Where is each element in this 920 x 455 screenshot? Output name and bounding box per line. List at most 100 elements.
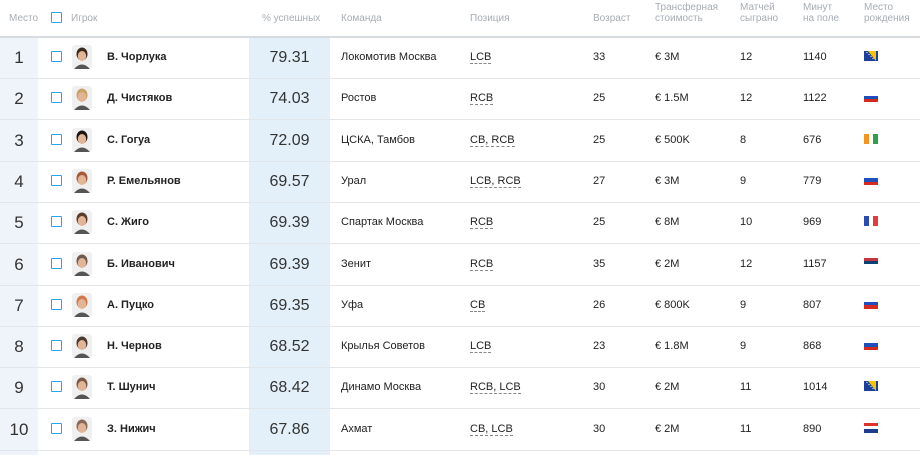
- position-label[interactable]: LCB: [470, 340, 492, 354]
- table-row[interactable]: 2 Д. Чистяков 74.03 Ростов RCB 25 € 1.5M 12 1122: [0, 78, 920, 121]
- player-avatar: [72, 127, 92, 152]
- table-row[interactable]: 9 Т. Шунич 68.42 Динамо Москва RCB, LCB 30 € 2…: [0, 367, 920, 410]
- success-pct: 72.09: [269, 131, 310, 149]
- flag-croatia-icon: [864, 422, 878, 433]
- transfer-value: € 1.8M: [655, 340, 689, 353]
- table-row[interactable]: 1 В. Чорлука 79.31 Локомотив Москва LCB 33 € 3…: [0, 37, 920, 79]
- header-player[interactable]: Игрок: [71, 13, 97, 24]
- position: CB, RCB: [470, 120, 515, 161]
- rank: 9: [14, 378, 24, 398]
- position-label[interactable]: LCB: [470, 51, 492, 64]
- flag-russia-icon: [864, 92, 878, 103]
- minutes-played: 890: [803, 422, 822, 435]
- row-checkbox[interactable]: [51, 257, 62, 269]
- table-row[interactable]: 8 Н. Чернов 68.52 Крылья Советов LCB 23 € 1.8M…: [0, 326, 920, 369]
- position-label[interactable]: RCB: [470, 216, 494, 230]
- row-checkbox[interactable]: [51, 133, 62, 145]
- player-name[interactable]: Р. Емельянов: [107, 161, 181, 202]
- transfer-value: € 3M: [655, 174, 680, 187]
- position-label[interactable]: LCB, RCB: [470, 174, 521, 188]
- minutes-played: 1014: [803, 381, 828, 394]
- table-row[interactable]: 7 А. Пуцко 69.35 Уфа CB 26 € 800K 9 807: [0, 285, 920, 327]
- header-birthplace[interactable]: Место рождения: [864, 2, 910, 24]
- age: 35: [593, 257, 606, 270]
- minutes-played: 779: [803, 174, 822, 187]
- row-checkbox[interactable]: [51, 174, 62, 186]
- stats-table: Место Игрок % успешных Команда Позиция В…: [0, 0, 920, 455]
- header-pct[interactable]: % успешных: [262, 13, 320, 24]
- age: 25: [593, 92, 606, 105]
- rank: 7: [14, 295, 24, 315]
- player-avatar: [72, 251, 92, 276]
- team-name: Зенит: [341, 257, 372, 270]
- header-matches[interactable]: Матчей сыграно: [740, 2, 778, 24]
- flag-russia-icon: [864, 174, 878, 185]
- matches-played: 11: [740, 381, 752, 394]
- player-name[interactable]: Т. Шунич: [107, 367, 156, 408]
- position-label[interactable]: RCB, LCB: [470, 381, 521, 395]
- row-checkbox[interactable]: [51, 340, 62, 352]
- player-name[interactable]: А. Пуцко: [107, 285, 154, 326]
- player-name[interactable]: Б. Иванович: [107, 244, 175, 285]
- player-name[interactable]: С. Гогуа: [107, 120, 150, 161]
- success-pct: 68.42: [269, 379, 310, 397]
- position-label[interactable]: CB, LCB: [470, 422, 513, 436]
- header-birthplace-line1: Место: [864, 2, 894, 13]
- team-name: Ахмат: [341, 422, 373, 435]
- minutes-played: 1140: [803, 51, 827, 63]
- header-matches-line2: сыграно: [740, 13, 779, 24]
- flag-bosnia-icon: [864, 381, 878, 392]
- transfer-value: € 800K: [655, 298, 690, 311]
- age: 23: [593, 340, 606, 353]
- position-label[interactable]: RCB: [470, 257, 494, 271]
- transfer-value: € 500K: [655, 133, 690, 146]
- matches-played: 9: [740, 298, 747, 311]
- position-label[interactable]: RCB: [470, 92, 494, 106]
- team-name: Ростов: [341, 92, 377, 105]
- success-pct: 74.03: [269, 90, 310, 108]
- team-name: Крылья Советов: [341, 340, 426, 353]
- player-avatar: [72, 86, 92, 111]
- table-row[interactable]: 5 С. Жиго 69.39 Спартак Москва RCB 25 € 8M 10 96…: [0, 202, 920, 245]
- position: LCB: [470, 326, 492, 367]
- rank: 10: [9, 419, 29, 439]
- player-name[interactable]: Д. Чистяков: [107, 78, 172, 119]
- header-age[interactable]: Возраст: [593, 13, 630, 24]
- header-value-line2: стоимость: [655, 13, 703, 24]
- row-checkbox[interactable]: [51, 216, 62, 228]
- row-checkbox[interactable]: [51, 92, 62, 104]
- row-checkbox[interactable]: [51, 51, 62, 62]
- player-avatar: [72, 375, 92, 400]
- row-checkbox[interactable]: [51, 381, 62, 393]
- position: RCB: [470, 202, 494, 243]
- header-minutes-line1: Минут: [803, 2, 833, 13]
- rank: 1: [14, 48, 24, 67]
- team-name: Урал: [341, 174, 367, 187]
- table-row[interactable]: 3 С. Гогуа 72.09 ЦСКА, Тамбов CB, RCB 25 € 500…: [0, 120, 920, 162]
- rank: 8: [14, 337, 24, 357]
- position-label[interactable]: CB: [470, 298, 486, 312]
- player-name[interactable]: В. Чорлука: [107, 37, 167, 78]
- player-name[interactable]: Н. Чернов: [107, 326, 162, 367]
- player-name[interactable]: З. Нижич: [107, 409, 156, 450]
- row-checkbox[interactable]: [51, 422, 62, 434]
- minutes-played: 1157: [803, 257, 827, 270]
- minutes-played: 676: [803, 133, 822, 146]
- header-minutes[interactable]: Минут на поле: [803, 2, 839, 24]
- header-position[interactable]: Позиция: [470, 13, 510, 24]
- player-name[interactable]: С. Жиго: [107, 202, 149, 243]
- minutes-played: 1122: [803, 92, 827, 105]
- position-label[interactable]: CB, RCB: [470, 133, 515, 147]
- select-all-checkbox[interactable]: [51, 12, 62, 23]
- row-checkbox[interactable]: [51, 298, 62, 310]
- header-team[interactable]: Команда: [341, 13, 382, 24]
- matches-played: 11: [740, 422, 752, 435]
- header-rank[interactable]: Место: [9, 13, 38, 24]
- table-row[interactable]: 6 Б. Иванович 69.39 Зенит RCB 35 € 2M 12 1157: [0, 244, 920, 286]
- matches-played: 12: [740, 257, 753, 270]
- header-value[interactable]: Трансферная стоимость: [655, 2, 718, 24]
- table-row[interactable]: 4 Р. Емельянов 69.57 Урал LCB, RCB 27 € 3M 9 779: [0, 161, 920, 203]
- age: 25: [593, 216, 606, 229]
- table-row[interactable]: 10 З. Нижич 67.86 Ахмат CB, LCB 30 € 2M 11 890: [0, 409, 920, 451]
- transfer-value: € 2M: [655, 422, 680, 435]
